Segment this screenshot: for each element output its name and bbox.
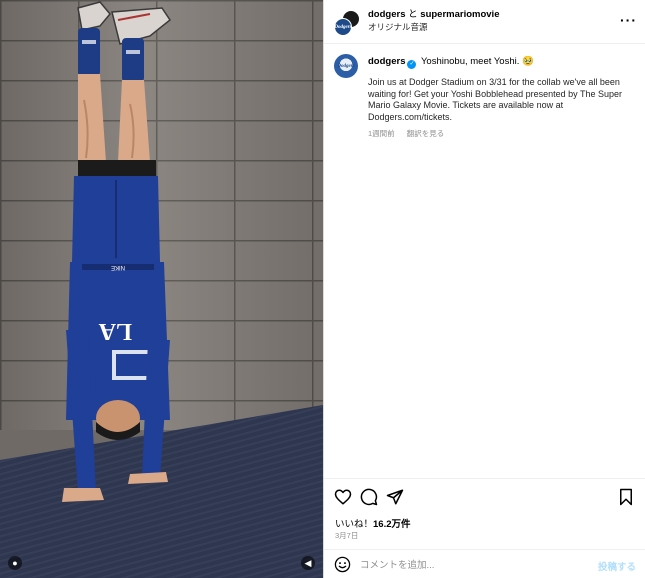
comment-input[interactable] bbox=[360, 556, 580, 574]
comment-icon[interactable] bbox=[360, 488, 378, 506]
author-link-dodgers[interactable]: dodgers bbox=[368, 9, 405, 20]
more-horizontal-icon[interactable]: ··· bbox=[620, 12, 637, 28]
dodgers-avatar[interactable]: Dodgers bbox=[334, 54, 358, 78]
actions-section: いいね！16.2万件 3月7日 投稿する bbox=[324, 478, 645, 578]
jersey-brand-text: NIKE bbox=[111, 264, 125, 270]
smiley-icon[interactable] bbox=[334, 556, 351, 573]
heart-icon[interactable] bbox=[334, 488, 352, 506]
likes-number: 16.2万件 bbox=[373, 519, 411, 530]
caption-headline: dodgers ✓ Yoshinobu, meet Yoshi. 🥹 bbox=[368, 55, 638, 69]
author-link-supermariomovie[interactable]: supermariomovie bbox=[420, 9, 499, 20]
collab-avatars[interactable]: Dodgers bbox=[334, 10, 360, 36]
post-header: Dodgers dodgers と supermariomovie オリジナル音… bbox=[324, 0, 645, 44]
jersey-front-text: LA bbox=[98, 318, 132, 344]
dodgers-avatar-small[interactable]: Dodgers bbox=[334, 18, 352, 36]
comment-composer: 投稿する bbox=[324, 549, 645, 578]
post-details-panel: Dodgers dodgers と supermariomovie オリジナル音… bbox=[324, 0, 645, 578]
audio-label[interactable]: オリジナル音源 bbox=[368, 21, 499, 33]
caption-username[interactable]: dodgers bbox=[368, 56, 405, 67]
mute-audio-icon[interactable]: ◀ bbox=[301, 556, 315, 570]
post-media[interactable]: NIKE LA ● ◀ bbox=[0, 0, 323, 578]
likes-prefix: いいね！ bbox=[335, 519, 374, 530]
caption-meta: 1週間前 翻訳を見る bbox=[368, 128, 454, 139]
collab-names: dodgers と supermariomovie オリジナル音源 bbox=[368, 9, 499, 33]
caption-headline-text: Yoshinobu, meet Yoshi. 🥹 bbox=[420, 56, 534, 67]
post-time-ago[interactable]: 1週間前 bbox=[368, 129, 395, 138]
handstand-player-image: NIKE LA bbox=[62, 1, 172, 502]
verified-badge-icon: ✓ bbox=[407, 60, 417, 69]
likes-count[interactable]: いいね！16.2万件 bbox=[335, 516, 411, 530]
post-comment-button[interactable]: 投稿する bbox=[598, 559, 636, 573]
post-date[interactable]: 3月7日 bbox=[335, 530, 358, 541]
collab-connector: と bbox=[408, 9, 418, 20]
bookmark-icon[interactable] bbox=[617, 488, 635, 506]
share-icon[interactable] bbox=[386, 488, 404, 506]
caption-body: Join us at Dodger Stadium on 3/31 for th… bbox=[368, 77, 623, 122]
tagged-users-icon[interactable]: ● bbox=[8, 556, 22, 570]
translate-link[interactable]: 翻訳を見る bbox=[407, 129, 445, 138]
